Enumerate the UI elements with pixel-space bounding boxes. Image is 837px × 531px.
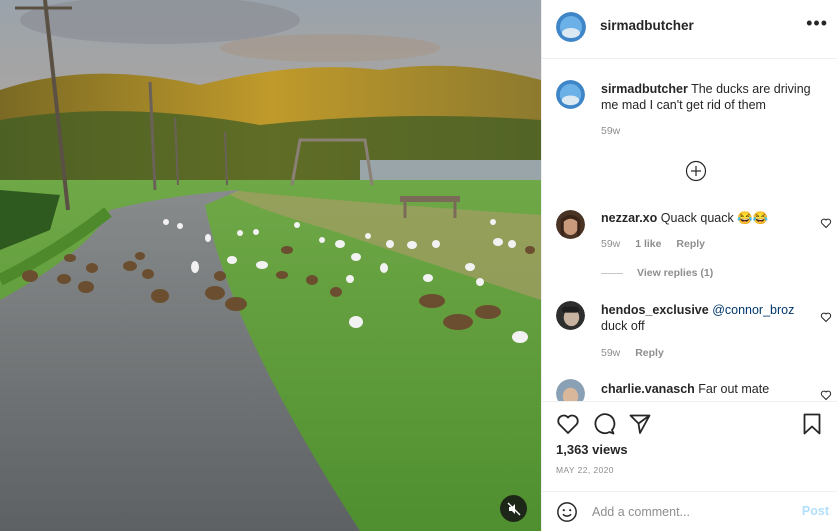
view-count[interactable]: 1,363 views (556, 442, 628, 457)
mute-button[interactable] (500, 495, 527, 522)
paper-plane-icon (629, 414, 651, 434)
share-button[interactable] (628, 412, 652, 441)
post-video[interactable] (0, 0, 541, 531)
speech-bubble-icon (594, 413, 616, 435)
heart-icon (557, 414, 579, 434)
reply-button[interactable]: Reply (635, 347, 664, 359)
comment-meta: 59w Reply (601, 347, 676, 359)
caption-avatar-image (556, 80, 585, 109)
comment-avatar[interactable] (556, 379, 585, 401)
caption-username[interactable]: sirmadbutcher (601, 82, 688, 96)
comment-like-button[interactable] (820, 216, 832, 234)
post-comment-button[interactable]: Post (802, 504, 829, 518)
comment-username[interactable]: hendos_exclusive (601, 303, 709, 317)
emoji-button[interactable] (556, 501, 578, 528)
save-button[interactable] (800, 412, 824, 441)
load-more-comments-button[interactable] (685, 160, 709, 184)
reply-button[interactable]: Reply (676, 238, 705, 250)
speaker-muted-icon (507, 502, 520, 515)
comments-list[interactable]: sirmadbutcher The ducks are driving me m… (542, 60, 837, 401)
divider-line (601, 272, 623, 274)
comment-likes[interactable]: 1 like (635, 238, 661, 250)
smiley-icon (557, 502, 577, 522)
heart-icon (820, 390, 832, 401)
comment-username[interactable]: nezzar.xo (601, 211, 657, 225)
comment-meta: 59w 1 like Reply (601, 238, 717, 250)
caption-avatar[interactable] (556, 80, 585, 109)
comment-input[interactable] (592, 502, 788, 522)
comment-body: duck off (601, 319, 645, 333)
comment-time: 59w (601, 347, 621, 359)
heart-icon (820, 312, 832, 323)
more-options-button[interactable]: ••• (806, 14, 828, 32)
caption-text: sirmadbutcher The ducks are driving me m… (601, 81, 811, 113)
author-username[interactable]: sirmadbutcher (600, 18, 694, 33)
comment-text: hendos_exclusive @connor_broz duck off (601, 302, 811, 334)
comment-text: charlie.vanasch Far out mate (601, 381, 811, 397)
caption-time: 59w (601, 125, 621, 137)
post-header: sirmadbutcher ••• (542, 0, 837, 59)
heart-icon (820, 218, 832, 229)
comment-like-button[interactable] (820, 310, 832, 328)
view-replies-button[interactable]: View replies (1) (601, 267, 713, 279)
like-button[interactable] (556, 412, 580, 441)
video-frame (0, 0, 541, 531)
ellipsis-icon: ••• (806, 13, 828, 33)
comment-avatar-image (556, 301, 585, 330)
post-sidebar: sirmadbutcher ••• sirmadbutcher The duck… (541, 0, 837, 531)
comment-button[interactable] (592, 412, 616, 441)
comment-time: 59w (601, 238, 621, 250)
comment-avatar-image (556, 210, 585, 239)
author-avatar-image (556, 12, 586, 42)
comment-body: Quack quack 😂😂 (660, 211, 769, 225)
comment-text: nezzar.xo Quack quack 😂😂 (601, 210, 811, 226)
view-replies-label: View replies (1) (637, 267, 714, 279)
add-comment-bar: Post (542, 491, 837, 531)
comment-body: Far out mate (698, 382, 770, 396)
post-actions: 1,363 views MAY 22, 2020 (542, 401, 837, 491)
instagram-post: sirmadbutcher ••• sirmadbutcher The duck… (0, 0, 837, 531)
comment-avatar[interactable] (556, 301, 585, 330)
bookmark-icon (803, 413, 821, 435)
plus-circle-icon (685, 160, 707, 182)
comment-avatar[interactable] (556, 210, 585, 239)
caption-meta: 59w (601, 125, 632, 137)
comment-username[interactable]: charlie.vanasch (601, 382, 695, 396)
comment-mention[interactable]: @connor_broz (712, 303, 794, 317)
author-avatar[interactable] (556, 12, 586, 42)
post-date[interactable]: MAY 22, 2020 (556, 465, 614, 475)
comment-avatar-image (556, 379, 585, 401)
comment-like-button[interactable] (820, 388, 832, 401)
